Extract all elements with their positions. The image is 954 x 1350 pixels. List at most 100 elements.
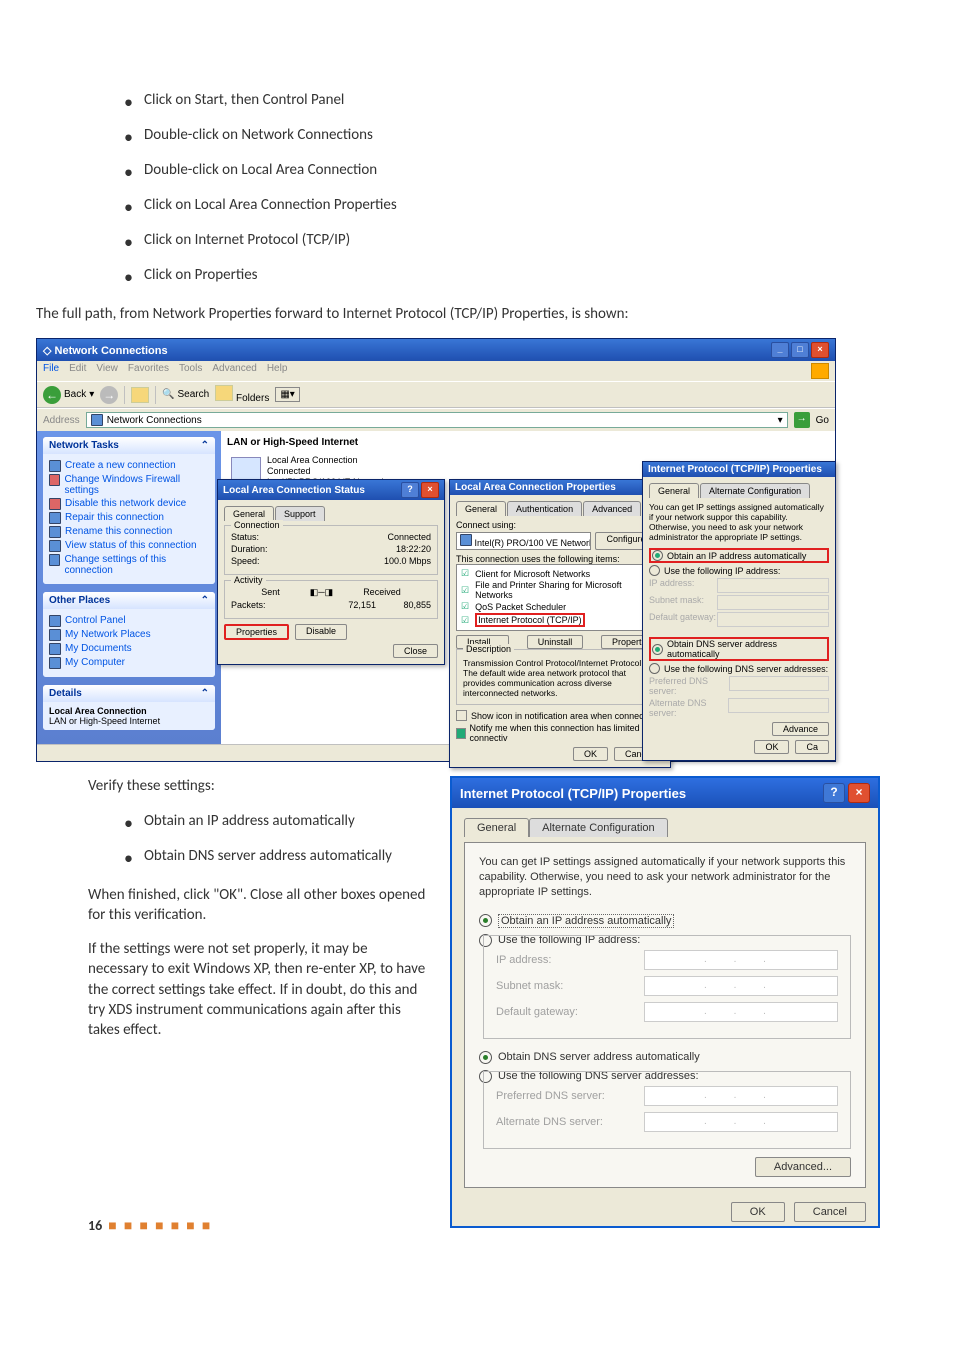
folders-button[interactable]: Folders bbox=[215, 385, 269, 404]
tab-general[interactable]: General bbox=[456, 501, 506, 516]
subnet-field bbox=[717, 595, 829, 610]
task-item[interactable]: Change settings of this connection bbox=[49, 554, 209, 576]
search-button[interactable]: 🔍 Search bbox=[162, 389, 209, 400]
close-icon[interactable]: × bbox=[421, 482, 439, 498]
radio-obtain-dns[interactable]: Obtain DNS server address automatically bbox=[667, 639, 826, 659]
task-item[interactable]: Disable this network device bbox=[49, 498, 209, 510]
checkbox-icon[interactable] bbox=[456, 728, 466, 739]
radio-icon[interactable] bbox=[652, 550, 663, 561]
alt-dns-label: Alternate DNS server: bbox=[496, 1116, 636, 1128]
help-icon[interactable]: ? bbox=[401, 482, 419, 498]
verify-item: Obtain an IP address automatically bbox=[144, 811, 428, 832]
collapse-icon[interactable]: ⌃ bbox=[201, 595, 209, 606]
task-item[interactable]: View status of this connection bbox=[49, 540, 209, 552]
sidebar-details-head: Details bbox=[49, 688, 82, 699]
radio-use-dns[interactable]: Use the following DNS server addresses: bbox=[664, 664, 828, 674]
back-label: Back bbox=[64, 389, 86, 400]
tab-general[interactable]: General bbox=[224, 506, 274, 521]
forward-icon[interactable]: → bbox=[100, 386, 118, 404]
menu-file[interactable]: File bbox=[43, 363, 59, 379]
radio-obtain-ip[interactable]: Obtain an IP address automatically bbox=[667, 551, 806, 561]
disable-button[interactable]: Disable bbox=[295, 624, 347, 640]
place-icon bbox=[49, 615, 61, 627]
ok-button[interactable]: OK bbox=[754, 740, 789, 754]
other-item[interactable]: My Network Places bbox=[49, 629, 209, 641]
menu-edit[interactable]: Edit bbox=[69, 363, 86, 379]
menu-advanced[interactable]: Advanced bbox=[212, 363, 256, 379]
ok-button[interactable]: OK bbox=[731, 1202, 785, 1222]
ip-address-field: . . . bbox=[644, 950, 838, 970]
radio-icon[interactable] bbox=[649, 565, 660, 576]
packets-recv: 80,855 bbox=[403, 600, 431, 610]
tab-support[interactable]: Support bbox=[275, 506, 325, 521]
tab-alt[interactable]: Alternate Configuration bbox=[700, 483, 810, 498]
task-icon bbox=[49, 498, 61, 510]
place-icon bbox=[49, 643, 61, 655]
list-item-tcpip[interactable]: Internet Protocol (TCP/IP) bbox=[475, 613, 585, 627]
task-item[interactable]: Repair this connection bbox=[49, 512, 209, 524]
tab-alternate-config[interactable]: Alternate Configuration bbox=[529, 818, 668, 837]
other-item[interactable]: My Documents bbox=[49, 643, 209, 655]
back-icon[interactable]: ← bbox=[43, 386, 61, 404]
list-item[interactable]: QoS Packet Scheduler bbox=[475, 602, 566, 612]
close-button[interactable]: Close bbox=[393, 644, 438, 658]
radio-icon[interactable] bbox=[479, 1051, 492, 1064]
up-folder-icon[interactable] bbox=[131, 387, 149, 403]
task-item[interactable]: Create a new connection bbox=[49, 460, 209, 472]
sidebar-other-head: Other Places bbox=[49, 595, 110, 606]
uninstall-button[interactable]: Uninstall bbox=[527, 635, 584, 649]
task-item[interactable]: Rename this connection bbox=[49, 526, 209, 538]
verify-heading: Verify these settings: bbox=[88, 776, 428, 796]
cancel-button[interactable]: Cancel bbox=[794, 1202, 866, 1222]
radio-obtain-dns[interactable]: Obtain DNS server address automatically bbox=[479, 1051, 851, 1064]
go-icon[interactable]: → bbox=[794, 412, 810, 428]
advanced-button[interactable]: Advanced... bbox=[755, 1157, 851, 1177]
list-item[interactable]: Client for Microsoft Networks bbox=[475, 569, 590, 579]
close-icon[interactable]: × bbox=[811, 342, 829, 358]
views-icon[interactable]: ▦▾ bbox=[275, 387, 299, 402]
other-item[interactable]: Control Panel bbox=[49, 615, 209, 627]
properties-button[interactable]: Properties bbox=[224, 624, 289, 640]
list-item[interactable]: File and Printer Sharing for Microsoft N… bbox=[475, 580, 659, 600]
gateway-label: Default gateway: bbox=[496, 1006, 636, 1018]
menu-help[interactable]: Help bbox=[267, 363, 288, 379]
cancel-button[interactable]: Ca bbox=[795, 740, 829, 754]
radio-icon[interactable] bbox=[652, 644, 663, 655]
collapse-icon[interactable]: ⌃ bbox=[201, 440, 209, 451]
task-item[interactable]: Change Windows Firewall settings bbox=[49, 474, 209, 496]
packets-sent: 72,151 bbox=[348, 600, 376, 610]
packets-label: Packets: bbox=[231, 600, 266, 610]
tcpip-small-titlebar: Internet Protocol (TCP/IP) Properties bbox=[643, 462, 835, 477]
description-legend: Description bbox=[463, 644, 514, 654]
status-titlebar: Local Area Connection Status ?× bbox=[218, 480, 444, 500]
tab-general[interactable]: General bbox=[464, 818, 529, 837]
radio-use-ip[interactable]: Use the following IP address: bbox=[664, 566, 780, 576]
collapse-icon[interactable]: ⌃ bbox=[201, 688, 209, 699]
radio-icon[interactable] bbox=[479, 914, 492, 927]
close-icon[interactable]: × bbox=[848, 783, 870, 803]
ok-button[interactable]: OK bbox=[573, 747, 608, 761]
maximize-icon[interactable]: □ bbox=[791, 342, 809, 358]
place-icon bbox=[49, 657, 61, 669]
tcpip-titlebar: Internet Protocol (TCP/IP) Properties ? … bbox=[452, 778, 878, 808]
menu-favorites[interactable]: Favorites bbox=[128, 363, 169, 379]
other-item[interactable]: My Computer bbox=[49, 657, 209, 669]
radio-obtain-ip[interactable]: Obtain an IP address automatically bbox=[479, 914, 851, 928]
details-line: LAN or High-Speed Internet bbox=[49, 716, 209, 726]
minimize-icon[interactable]: _ bbox=[771, 342, 789, 358]
tab-auth[interactable]: Authentication bbox=[507, 501, 582, 516]
ip-address-label: IP address: bbox=[496, 954, 636, 966]
items-listbox[interactable]: Client for Microsoft Networks File and P… bbox=[456, 564, 664, 631]
checkbox-icon[interactable] bbox=[456, 710, 467, 721]
alt-dns-field: . . . bbox=[644, 1112, 838, 1132]
advanced-button[interactable]: Advance bbox=[772, 722, 829, 736]
task-icon bbox=[49, 554, 60, 566]
help-icon[interactable]: ? bbox=[823, 783, 845, 803]
address-input[interactable]: Network Connections ▾ bbox=[86, 412, 788, 428]
tab-advanced[interactable]: Advanced bbox=[583, 501, 641, 516]
radio-icon[interactable] bbox=[649, 663, 660, 674]
menu-view[interactable]: View bbox=[96, 363, 118, 379]
tab-general[interactable]: General bbox=[649, 483, 699, 498]
menu-tools[interactable]: Tools bbox=[179, 363, 202, 379]
status-value: Connected bbox=[387, 532, 431, 542]
